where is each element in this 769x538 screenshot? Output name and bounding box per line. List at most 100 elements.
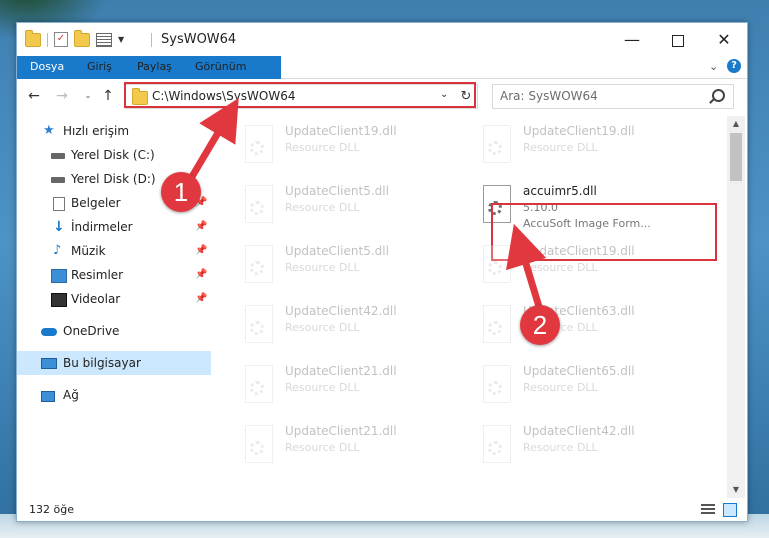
properties-check-icon[interactable]: ✓ [54,32,68,47]
forward-button[interactable]: → [53,85,71,107]
disk-icon [51,177,65,183]
sidebar-item-local-disk-c[interactable]: Yerel Disk (C:) [17,143,211,167]
dll-file-icon [479,365,513,405]
sidebar-item-pictures[interactable]: Resimler 📌 [17,263,211,287]
tab-view[interactable]: Görünüm [185,56,256,78]
tab-home[interactable]: Giriş [77,56,122,78]
help-icon[interactable]: ? [727,59,741,73]
maximize-button[interactable] [655,23,701,56]
sidebar-item-label: İndirmeler [71,220,133,234]
ribbon-tabs: Dosya Giriş Paylaş Görünüm ⌄ ? [17,56,747,108]
vertical-scrollbar[interactable]: ▲ ▼ [727,116,745,498]
file-item[interactable]: UpdateClient65.dll Resource DLL [449,360,687,412]
dll-file-icon [479,125,513,165]
scroll-up-button[interactable]: ▲ [727,116,745,132]
file-name: UpdateClient19.dll [285,124,397,138]
tab-share[interactable]: Paylaş [127,56,182,78]
computer-icon [41,358,57,369]
close-button[interactable]: ✕ [701,23,747,56]
sidebar-item-label: Belgeler [71,196,121,210]
file-item[interactable]: UpdateClient42.dll Resource DLL [449,420,687,472]
file-description: Resource DLL [523,441,598,454]
file-name: UpdateClient5.dll [285,184,389,198]
search-input[interactable]: Ara: SysWOW64 [500,89,598,103]
file-name: UpdateClient19.dll [523,124,635,138]
disk-icon [51,153,65,159]
sidebar-item-network[interactable]: Ağ [17,383,211,407]
file-name: UpdateClient65.dll [523,364,635,378]
expand-ribbon-icon[interactable]: ⌄ [709,60,718,73]
file-explorer-window: ✓ ▼ SysWOW64 — ✕ Dosya Giriş Paylaş Görü… [16,22,748,522]
file-description: Resource DLL [285,381,360,394]
file-name: accuimr5.dll [523,184,597,198]
pin-icon[interactable]: 📌 [195,215,207,239]
sidebar-item-onedrive[interactable]: OneDrive [17,319,211,343]
item-count: 132 öğe [29,503,74,516]
file-item[interactable]: UpdateClient5.dll Resource DLL [211,240,449,292]
sidebar-item-music[interactable]: ♪ Müzik 📌 [17,239,211,263]
dll-file-icon [241,185,275,225]
chevron-down-icon[interactable]: ▼ [118,35,124,44]
file-description: Resource DLL [523,141,598,154]
folder-icon [25,29,41,47]
file-name: UpdateClient19.dll [523,244,635,258]
file-item[interactable]: UpdateClient21.dll Resource DLL [211,360,449,412]
navigation-bar: ← → ⌄ ↑ C:\Windows\SysWOW64 ⌄ ↻ Ara: Sys… [17,79,747,115]
search-icon[interactable] [712,89,725,102]
dll-file-icon [479,245,513,285]
file-description: Resource DLL [285,201,360,214]
customize-icon[interactable] [96,32,112,47]
sidebar-item-label: Ağ [63,388,79,402]
sidebar-item-label: Hızlı erişim [63,124,130,138]
sidebar-item-label: Videolar [71,292,121,306]
file-description: Resource DLL [285,261,360,274]
download-icon: ↓ [53,219,65,235]
sidebar-item-label: Resimler [71,268,124,282]
sidebar-item-label: Yerel Disk (D:) [71,172,156,186]
back-button[interactable]: ← [25,85,43,107]
step-1-marker: 1 [161,172,201,212]
up-button[interactable]: ↑ [99,85,117,107]
file-description: Resource DLL [523,381,598,394]
address-highlight-box [124,82,476,108]
pin-icon[interactable]: 📌 [195,287,207,311]
file-name: UpdateClient21.dll [285,364,397,378]
pin-icon[interactable]: 📌 [195,239,207,263]
scroll-down-button[interactable]: ▼ [727,482,745,498]
details-view-icon[interactable] [701,504,715,514]
dll-file-icon [241,425,275,465]
scroll-thumb[interactable] [730,133,742,181]
file-item[interactable]: UpdateClient19.dll Resource DLL [211,120,449,172]
search-box[interactable]: Ara: SysWOW64 [492,84,734,109]
new-folder-icon[interactable] [74,29,90,47]
dll-file-icon [479,305,513,345]
video-icon [51,293,67,307]
sidebar-item-label: Müzik [71,244,106,258]
star-icon: ★ [43,123,55,138]
file-item[interactable]: UpdateClient19.dll Resource DLL [449,120,687,172]
file-item[interactable]: UpdateClient63.dll Resource DLL [449,300,687,352]
file-item[interactable]: UpdateClient42.dll Resource DLL [211,300,449,352]
file-name: UpdateClient42.dll [523,424,635,438]
sidebar-item-videos[interactable]: Videolar 📌 [17,287,211,311]
minimize-button[interactable]: — [609,23,655,56]
file-item[interactable]: UpdateClient5.dll Resource DLL [211,180,449,232]
file-name: UpdateClient42.dll [285,304,397,318]
sidebar-item-this-pc[interactable]: Bu bilgisayar [17,351,211,375]
file-item[interactable]: UpdateClient21.dll Resource DLL [211,420,449,472]
network-icon [41,391,55,402]
document-icon [53,197,65,211]
file-item[interactable]: UpdateClient19.dll Resource DLL [449,240,687,292]
tiles-view-icon[interactable] [723,503,737,517]
title-bar[interactable]: ✓ ▼ SysWOW64 — ✕ [17,23,747,56]
sidebar-item-quick-access[interactable]: ★ Hızlı erişim [17,119,211,143]
dll-file-icon [241,305,275,345]
file-description: Resource DLL [285,441,360,454]
recent-locations-button[interactable]: ⌄ [79,85,97,107]
pin-icon[interactable]: 📌 [195,263,207,287]
sidebar-item-downloads[interactable]: ↓ İndirmeler 📌 [17,215,211,239]
maximize-icon [672,34,684,47]
window-title: SysWOW64 [161,32,237,47]
cloud-icon [41,328,57,336]
dll-file-icon [241,365,275,405]
